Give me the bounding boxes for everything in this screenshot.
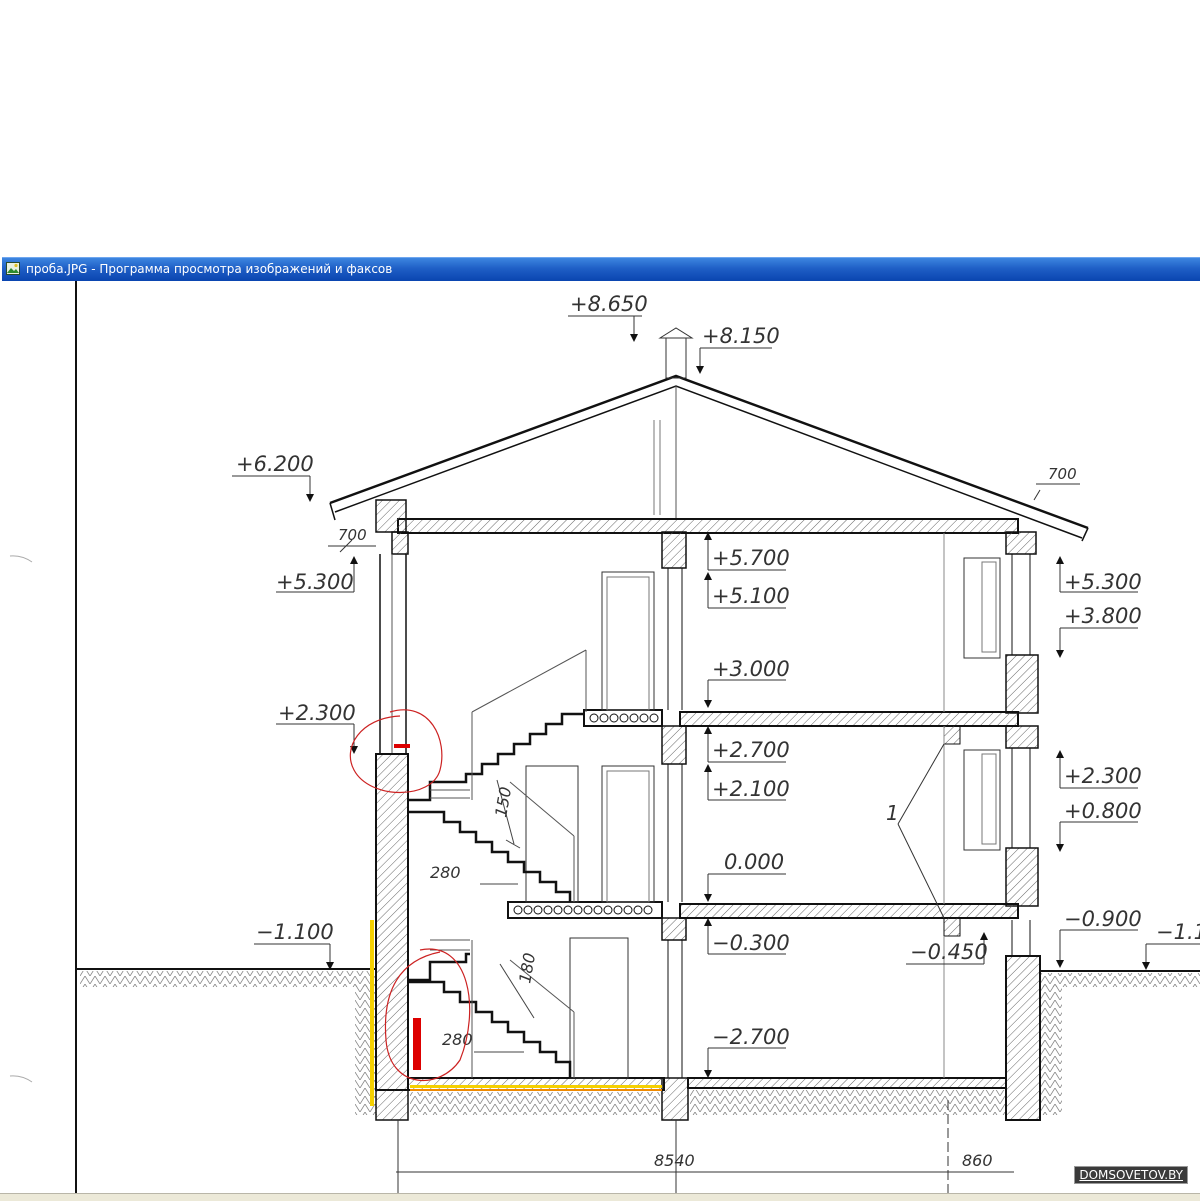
elevation-3000: +3.000 bbox=[712, 657, 790, 681]
orange-line-floor bbox=[410, 1089, 662, 1091]
watermark-link[interactable]: DOMSOVETOV.BY bbox=[1074, 1166, 1188, 1184]
elevation-2100: +2.100 bbox=[712, 777, 790, 801]
dimension-700-left: 700 bbox=[338, 526, 367, 544]
elevation-8650: +8.650 bbox=[570, 292, 648, 316]
elevation-2300-right: +2.300 bbox=[1064, 764, 1142, 788]
dimension-150: 150 bbox=[491, 785, 515, 818]
dimension-180: 180 bbox=[515, 951, 539, 984]
elevation-8150: +8.150 bbox=[702, 324, 780, 348]
elevation-3800: +3.800 bbox=[1064, 604, 1142, 628]
yellow-line-floor bbox=[410, 1085, 662, 1088]
elevation-6200: +6.200 bbox=[236, 452, 314, 476]
window-title: проба.JPG - Программа просмотра изображе… bbox=[26, 262, 393, 276]
elevation-5100: +5.100 bbox=[712, 584, 790, 608]
elevation-minus-2700: −2.700 bbox=[712, 1025, 790, 1049]
image-viewport[interactable]: +8.650 +8.150 +6.200 +5.700 +5.300 +5.30… bbox=[0, 281, 1200, 1200]
elevation-minus-0300: −0.300 bbox=[712, 931, 790, 955]
elevation-minus-0450: −0.450 bbox=[910, 940, 988, 964]
dimension-860: 860 bbox=[962, 1151, 993, 1170]
elevation-5300-right: +5.300 bbox=[1064, 570, 1142, 594]
red-mark-lower bbox=[413, 1018, 421, 1070]
image-viewer-icon bbox=[6, 262, 20, 275]
elevation-minus-1100-right: −1.1 bbox=[1156, 920, 1200, 944]
dimension-8540: 8540 bbox=[654, 1151, 695, 1170]
elevation-0800: +0.800 bbox=[1064, 799, 1142, 823]
building-section-drawing: +8.650 +8.150 +6.200 +5.700 +5.300 +5.30… bbox=[9, 281, 1200, 1200]
elevation-2700: +2.700 bbox=[712, 738, 790, 762]
elevation-5700: +5.700 bbox=[712, 546, 790, 570]
callout-1: 1 bbox=[886, 801, 899, 825]
dimension-700-right: 700 bbox=[1048, 465, 1077, 483]
yellow-line-wall bbox=[370, 920, 374, 1106]
elevation-minus-0900: −0.900 bbox=[1064, 907, 1142, 931]
red-mark-upper bbox=[394, 744, 410, 748]
window-titlebar[interactable]: проба.JPG - Программа просмотра изображе… bbox=[2, 257, 1200, 281]
elevation-2300-left: +2.300 bbox=[278, 701, 356, 725]
elevation-minus-1100-left: −1.100 bbox=[256, 920, 334, 944]
elevation-0000: 0.000 bbox=[724, 850, 784, 874]
elevation-5300-left: +5.300 bbox=[276, 570, 354, 594]
dimension-280-upper: 280 bbox=[430, 863, 461, 882]
